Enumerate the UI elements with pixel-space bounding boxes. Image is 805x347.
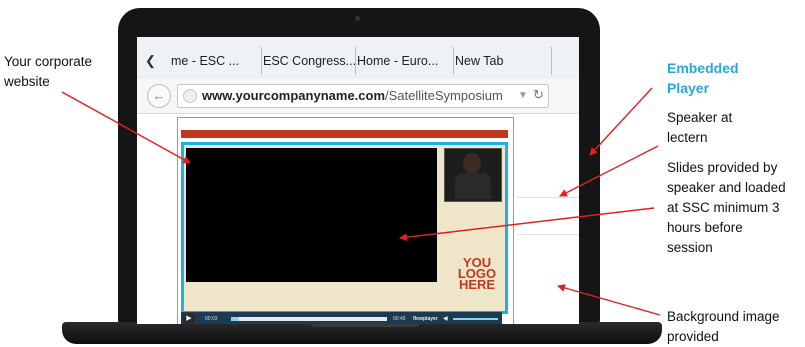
arrow-to-slides xyxy=(399,207,655,242)
arrow-to-background xyxy=(557,284,661,316)
annotation-arrows xyxy=(61,87,661,316)
arrow-to-speaker xyxy=(559,145,659,197)
arrow-to-player xyxy=(589,87,653,156)
arrow-to-website xyxy=(61,91,191,164)
